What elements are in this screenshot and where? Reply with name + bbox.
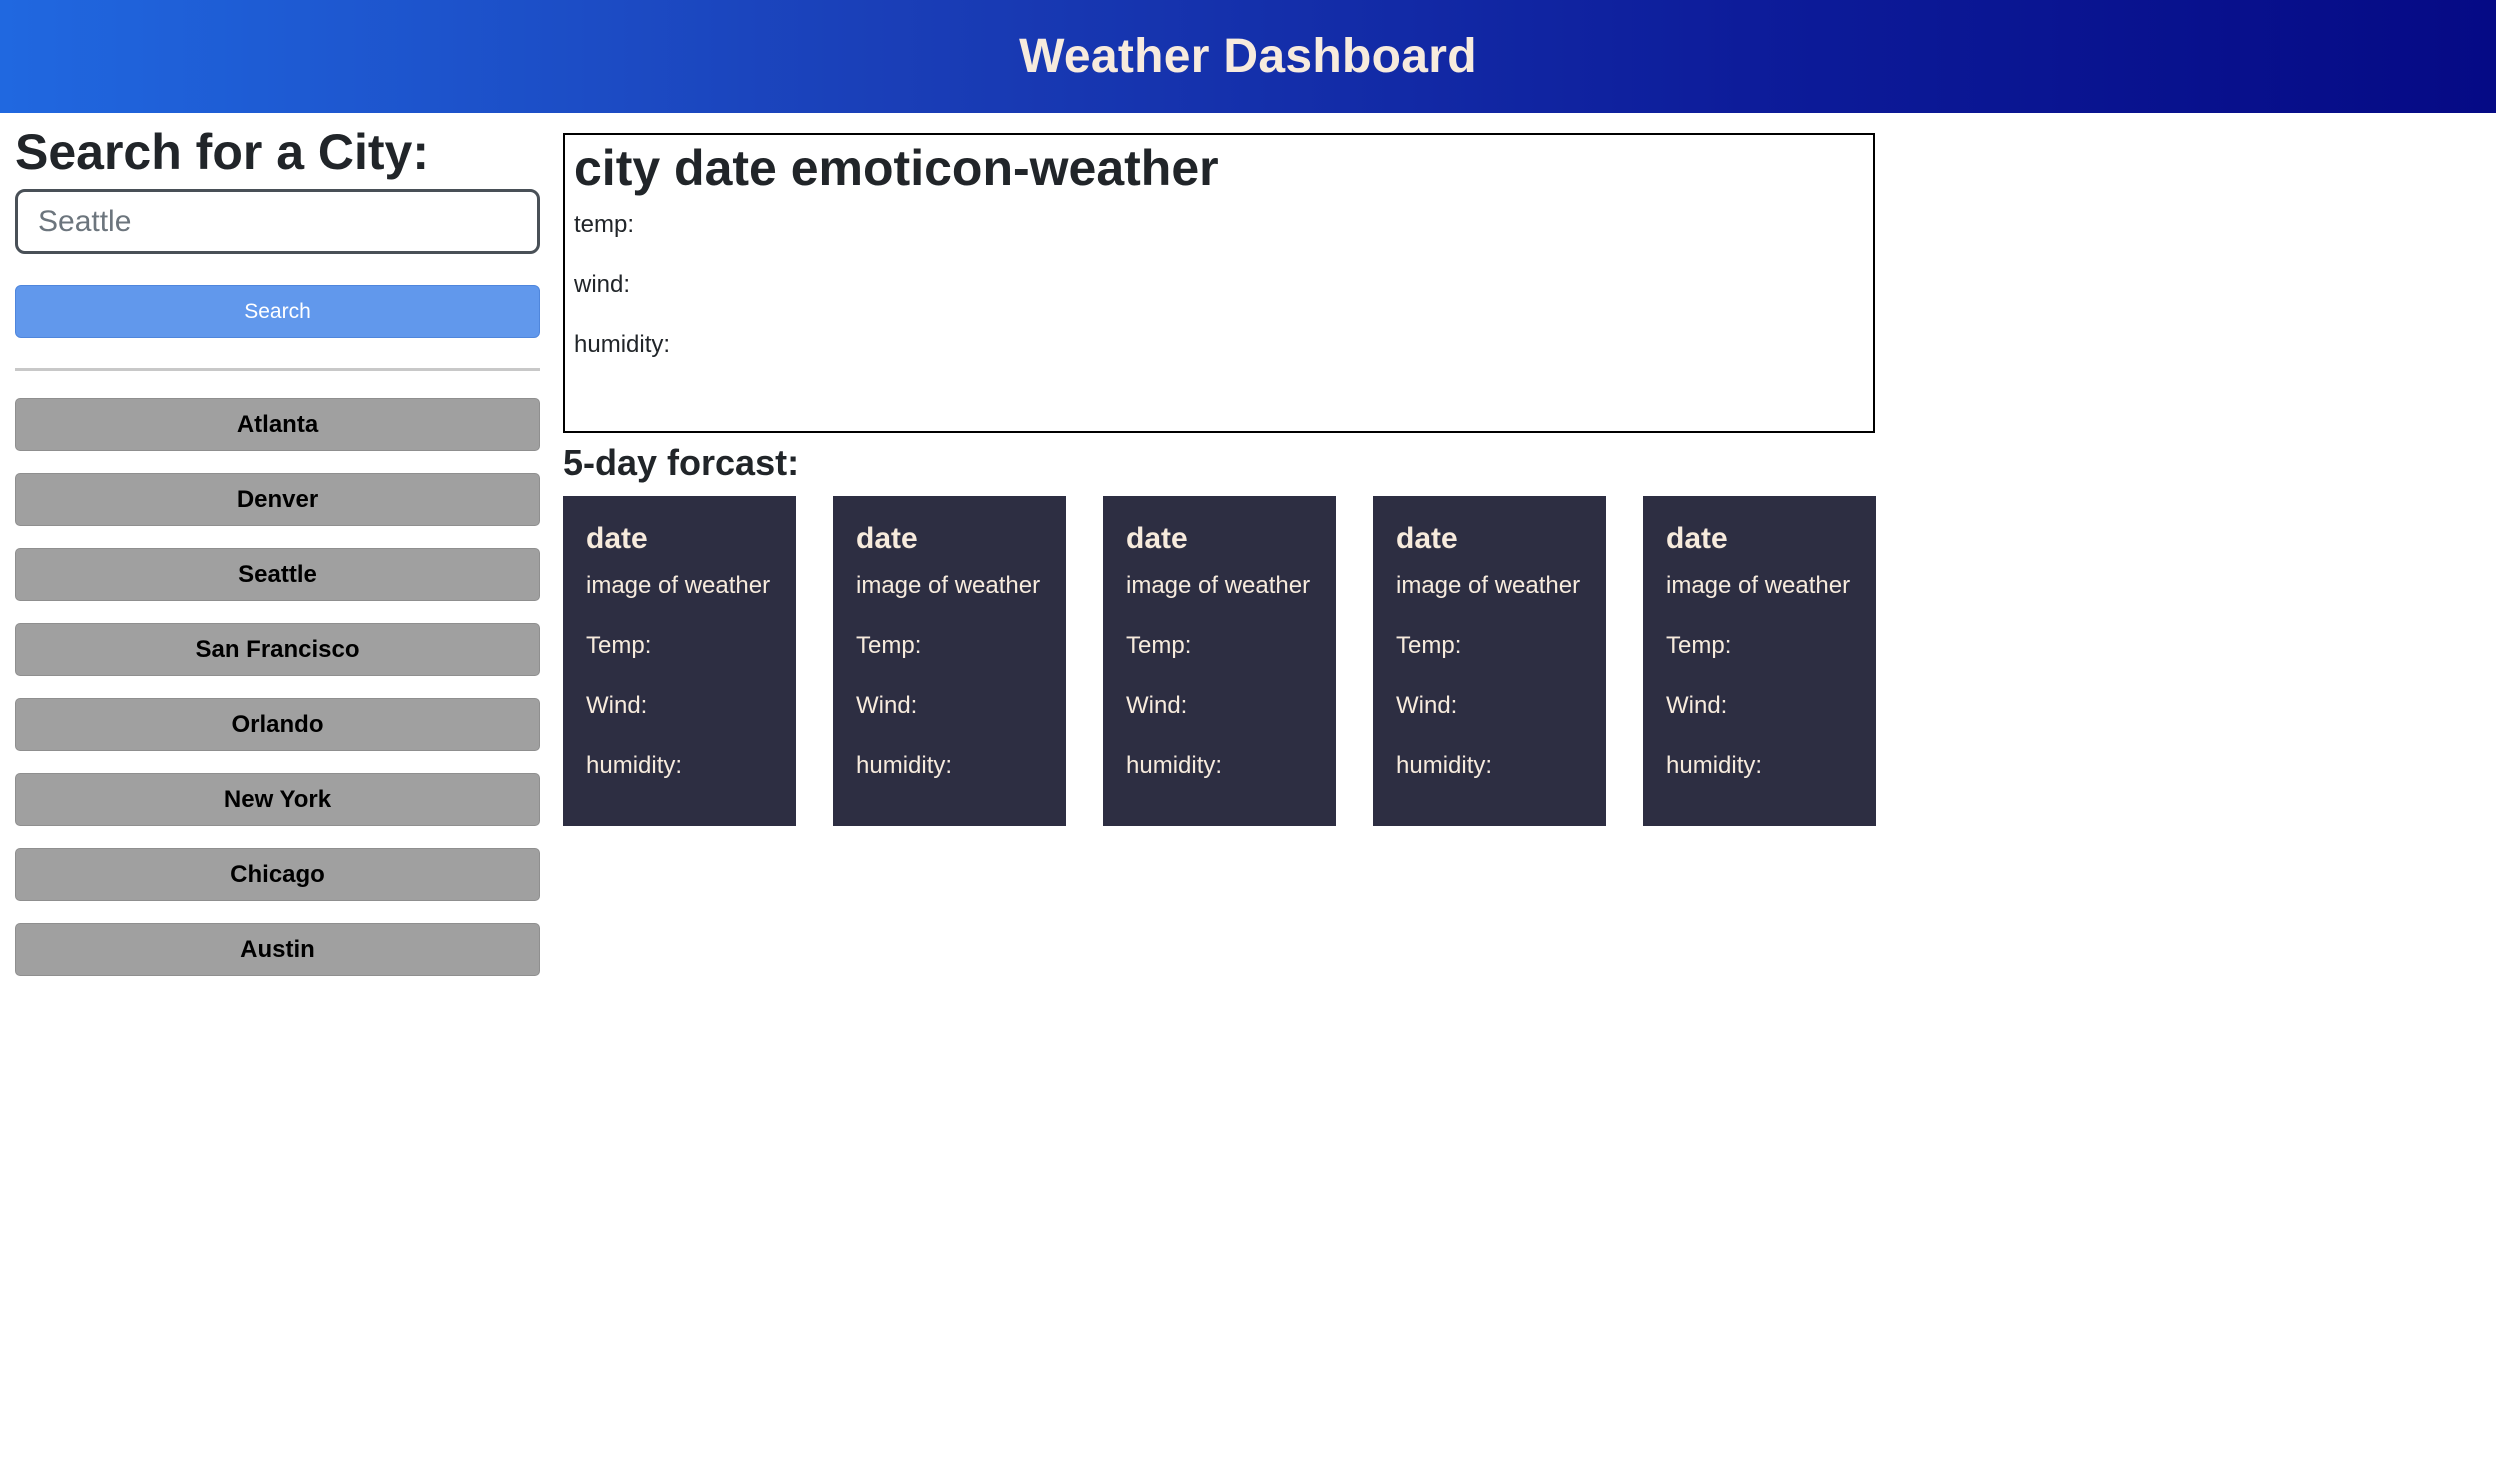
current-wind-label: wind: bbox=[574, 271, 631, 298]
forecast-weather-image: image of weather bbox=[856, 572, 1041, 599]
city-history-button-seattle[interactable]: Seattle bbox=[15, 548, 540, 601]
forecast-date: date bbox=[1396, 522, 1458, 555]
forecast-humidity: humidity: bbox=[1396, 752, 1493, 779]
forecast-humidity: humidity: bbox=[856, 752, 953, 779]
forecast-heading: 5-day forcast: bbox=[563, 442, 800, 483]
current-weather-title: city date emoticon-weather bbox=[574, 140, 1219, 196]
city-history-button-orlando[interactable]: Orlando bbox=[15, 698, 540, 751]
forecast-card: date image of weather Temp: Wind: humidi… bbox=[1643, 496, 1876, 826]
forecast-date: date bbox=[1666, 522, 1728, 555]
current-weather-panel: city date emoticon-weather temp: wind: h… bbox=[563, 133, 1875, 433]
current-temp-label: temp: bbox=[574, 211, 635, 238]
forecast-temp: Temp: bbox=[856, 632, 922, 659]
forecast-card: date image of weather Temp: Wind: humidi… bbox=[1373, 496, 1606, 826]
forecast-humidity: humidity: bbox=[586, 752, 683, 779]
forecast-weather-image: image of weather bbox=[586, 572, 771, 599]
forecast-card: date image of weather Temp: Wind: humidi… bbox=[1103, 496, 1336, 826]
page-title: Weather Dashboard bbox=[1019, 30, 1477, 83]
forecast-date: date bbox=[1126, 522, 1188, 555]
city-history-button-atlanta[interactable]: Atlanta bbox=[15, 398, 540, 451]
forecast-weather-image: image of weather bbox=[1666, 572, 1851, 599]
forecast-humidity: humidity: bbox=[1126, 752, 1223, 779]
city-history-button-chicago[interactable]: Chicago bbox=[15, 848, 540, 901]
forecast-temp: Temp: bbox=[1666, 632, 1732, 659]
forecast-wind: Wind: bbox=[1666, 692, 1728, 719]
forecast-temp: Temp: bbox=[1126, 632, 1192, 659]
forecast-weather-image: image of weather bbox=[1396, 572, 1581, 599]
forecast-wind: Wind: bbox=[856, 692, 918, 719]
forecast-weather-image: image of weather bbox=[1126, 572, 1311, 599]
city-history-button-denver[interactable]: Denver bbox=[15, 473, 540, 526]
search-heading: Search for a City: bbox=[15, 124, 430, 180]
forecast-wind: Wind: bbox=[586, 692, 648, 719]
current-humidity-label: humidity: bbox=[574, 331, 671, 358]
page-header: Weather Dashboard bbox=[0, 0, 2496, 113]
forecast-humidity: humidity: bbox=[1666, 752, 1763, 779]
forecast-wind: Wind: bbox=[1396, 692, 1458, 719]
forecast-card: date image of weather Temp: Wind: humidi… bbox=[563, 496, 796, 826]
city-search-input[interactable] bbox=[15, 189, 540, 254]
forecast-date: date bbox=[586, 522, 648, 555]
forecast-temp: Temp: bbox=[586, 632, 652, 659]
city-history-button-new-york[interactable]: New York bbox=[15, 773, 540, 826]
forecast-temp: Temp: bbox=[1396, 632, 1462, 659]
city-history-button-san-francisco[interactable]: San Francisco bbox=[15, 623, 540, 676]
city-history-button-austin[interactable]: Austin bbox=[15, 923, 540, 976]
forecast-card: date image of weather Temp: Wind: humidi… bbox=[833, 496, 1066, 826]
forecast-date: date bbox=[856, 522, 918, 555]
search-button[interactable]: Search bbox=[15, 285, 540, 338]
forecast-wind: Wind: bbox=[1126, 692, 1188, 719]
sidebar-divider bbox=[15, 368, 540, 371]
